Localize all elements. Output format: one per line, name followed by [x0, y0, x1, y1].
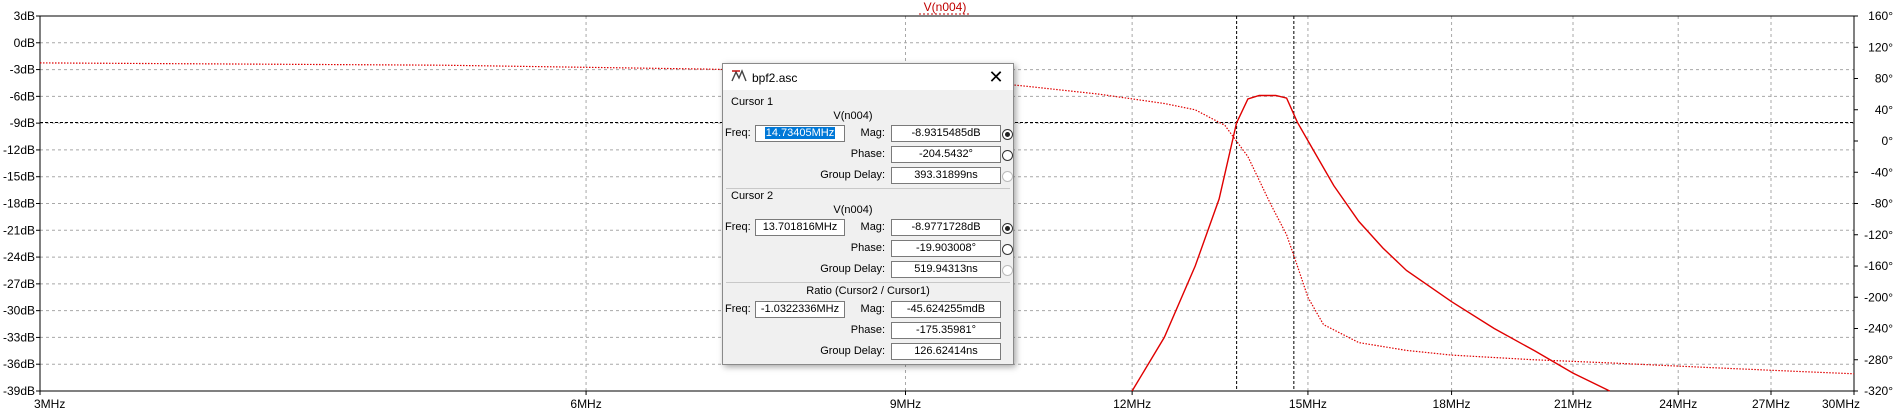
y-right-tick-label: 40° [1875, 103, 1893, 117]
cursor2-freq-label: Freq: [725, 221, 751, 233]
x-tick-label: 30MHz [1822, 397, 1860, 411]
trace-title[interactable]: V(n004) [924, 0, 967, 14]
y-left-tick-label: -6dB [10, 89, 35, 103]
y-right-tick-label: -120° [1864, 228, 1893, 242]
ratio-phase-label: Phase: [850, 324, 885, 336]
x-tick-label: 15MHz [1289, 397, 1327, 411]
cursor2-mag-radio[interactable] [1002, 223, 1013, 234]
y-right-tick-label: -240° [1864, 322, 1893, 336]
close-icon[interactable]: ✕ [979, 64, 1013, 90]
cursor2-trace: V(n004) [833, 204, 873, 216]
y-right-tick-label: -320° [1864, 384, 1893, 398]
cursor1-phase-label: Phase: [850, 148, 885, 160]
cursor2-freq-input[interactable]: 13.701816MHz [755, 219, 845, 236]
x-tick-label: 18MHz [1433, 397, 1471, 411]
x-tick-label: 24MHz [1659, 397, 1697, 411]
y-left-tick-label: 0dB [14, 36, 35, 50]
dialog-title: bpf2.asc [752, 71, 798, 85]
x-tick-label: 27MHz [1752, 397, 1790, 411]
y-left-tick-label: -39dB [3, 384, 35, 398]
x-tick-label: 21MHz [1554, 397, 1592, 411]
cursor1-freq-label: Freq: [725, 127, 751, 139]
cursor1-freq-input[interactable]: 14.73405MHz [755, 125, 845, 142]
divider [726, 188, 1010, 189]
y-left-tick-label: -12dB [3, 143, 35, 157]
cursor1-label: Cursor 1 [731, 96, 774, 108]
y-right-tick-label: 160° [1868, 9, 1893, 23]
y-left-tick-label: -24dB [3, 250, 35, 264]
y-right-tick-label: -80° [1871, 197, 1893, 211]
y-left-tick-label: -9dB [10, 116, 35, 130]
cursor1-mag-label: Mag: [860, 127, 885, 139]
x-tick-label: 3MHz [34, 397, 65, 411]
cursor2-phase-label: Phase: [850, 242, 885, 254]
cursor2-mag-value: -8.9771728dB [891, 219, 1001, 236]
cursor2-group-delay-value: 519.94313ns [891, 261, 1001, 278]
ratio-label: Ratio (Cursor2 / Cursor1) [806, 285, 930, 297]
cursor2-mag-label: Mag: [860, 221, 885, 233]
ratio-phase-value: -175.35981° [891, 322, 1001, 339]
ratio-mag-label: Mag: [860, 303, 885, 315]
y-left-tick-label: -27dB [3, 277, 35, 291]
y-left-tick-label: -36dB [3, 357, 35, 371]
cursor1-gd-radio[interactable] [1002, 171, 1013, 182]
dialog-titlebar[interactable]: bpf2.asc ✕ [723, 64, 1013, 90]
cursor1-gd-label: Group Delay: [820, 169, 885, 181]
y-left-tick-label: -30dB [3, 304, 35, 318]
y-right-tick-label: -160° [1864, 259, 1893, 273]
y-left-tick-label: -33dB [3, 330, 35, 344]
cursor1-phase-value: -204.5432° [891, 146, 1001, 163]
y-right-tick-label: 0° [1882, 134, 1894, 148]
cursor2-phase-value: -19.903008° [891, 240, 1001, 257]
ratio-mag-value: -45.624255mdB [891, 301, 1001, 318]
ratio-freq-value: -1.0322336MHz [755, 301, 845, 318]
y-right-tick-labels: 160° 120° 80° 40° 0° -40° -80° -120° -160° -200° -… [1854, 9, 1893, 398]
ratio-gd-label: Group Delay: [820, 345, 885, 357]
cursor2-phase-radio[interactable] [1002, 244, 1013, 255]
cursor1-mag-radio[interactable] [1002, 129, 1013, 140]
y-left-tick-label: -3dB [10, 63, 35, 77]
y-right-tick-label: 80° [1875, 72, 1893, 86]
cursor1-trace: V(n004) [833, 110, 873, 122]
ltspice-icon [731, 69, 747, 82]
y-left-tick-labels: 3dB 0dB -3dB -6dB -9dB -12dB -15dB -18dB -21dB -2… [3, 9, 40, 398]
cursor2-gd-radio[interactable] [1002, 265, 1013, 276]
ratio-group-delay-value: 126.62414ns [891, 343, 1001, 360]
y-left-tick-label: -21dB [3, 223, 35, 237]
y-left-tick-label: -15dB [3, 170, 35, 184]
divider [726, 282, 1010, 283]
y-right-tick-label: -200° [1864, 290, 1893, 304]
y-left-tick-label: -18dB [3, 197, 35, 211]
x-tick-label: 6MHz [570, 397, 601, 411]
y-right-tick-label: 120° [1868, 40, 1893, 54]
x-tick-label: 9MHz [890, 397, 921, 411]
cursor1-phase-radio[interactable] [1002, 150, 1013, 161]
cursor1-mag-value: -8.9315485dB [891, 125, 1001, 142]
x-tick-label: 12MHz [1113, 397, 1151, 411]
y-right-tick-label: -40° [1871, 165, 1893, 179]
cursor1-group-delay-value: 393.31899ns [891, 167, 1001, 184]
cursor-dialog[interactable]: bpf2.asc ✕ Cursor 1 V(n004) Freq: 14.734… [722, 63, 1014, 365]
y-right-tick-label: -280° [1864, 353, 1893, 367]
magnitude-series-line [1131, 94, 1611, 392]
cursor2-label: Cursor 2 [731, 190, 774, 202]
cursor2-gd-label: Group Delay: [820, 263, 885, 275]
x-tick-labels: 3MHz 6MHz 9MHz 12MHz 15MHz 18MHz 21MHz 24MHz 27M… [34, 391, 1860, 411]
ratio-freq-label: Freq: [725, 303, 751, 315]
y-left-tick-label: 3dB [14, 9, 35, 23]
